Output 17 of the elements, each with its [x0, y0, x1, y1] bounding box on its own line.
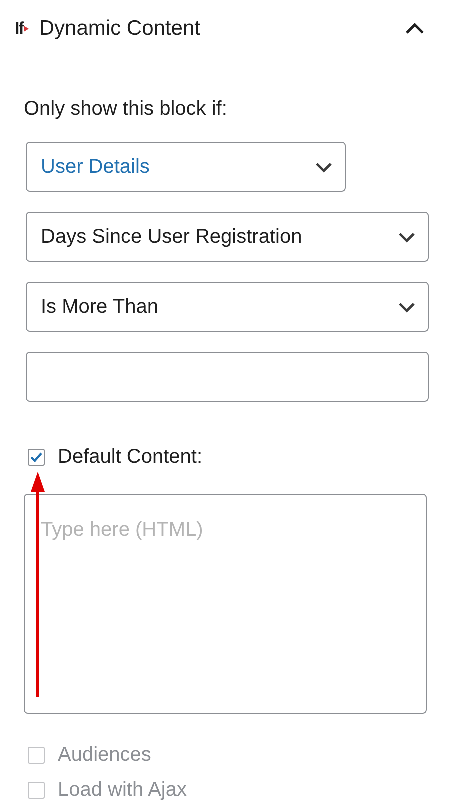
checkbox-label: Audiences: [58, 744, 152, 766]
checkbox-label: Default Content:: [58, 445, 203, 470]
chevron-down-icon: [398, 232, 416, 242]
dropdown[interactable]: User Details: [26, 142, 346, 192]
logo: If: [15, 16, 30, 42]
checkbox[interactable]: [28, 448, 45, 466]
html-textarea[interactable]: Type here (HTML): [24, 494, 427, 714]
input-field[interactable]: [26, 352, 429, 402]
panel-title: Dynamic Content: [39, 16, 200, 42]
dropdown[interactable]: Days Since User Registration: [26, 212, 429, 262]
checkmark-icon: [30, 452, 43, 462]
chevron-up-icon: [405, 23, 425, 35]
chevron-down-icon: [315, 162, 333, 172]
checkbox-label: Load with Ajax: [58, 779, 187, 801]
dropdown[interactable]: Is More Than: [26, 282, 429, 332]
chevron-down-icon: [398, 302, 416, 312]
condition-label: Only show this block if:: [24, 97, 228, 122]
